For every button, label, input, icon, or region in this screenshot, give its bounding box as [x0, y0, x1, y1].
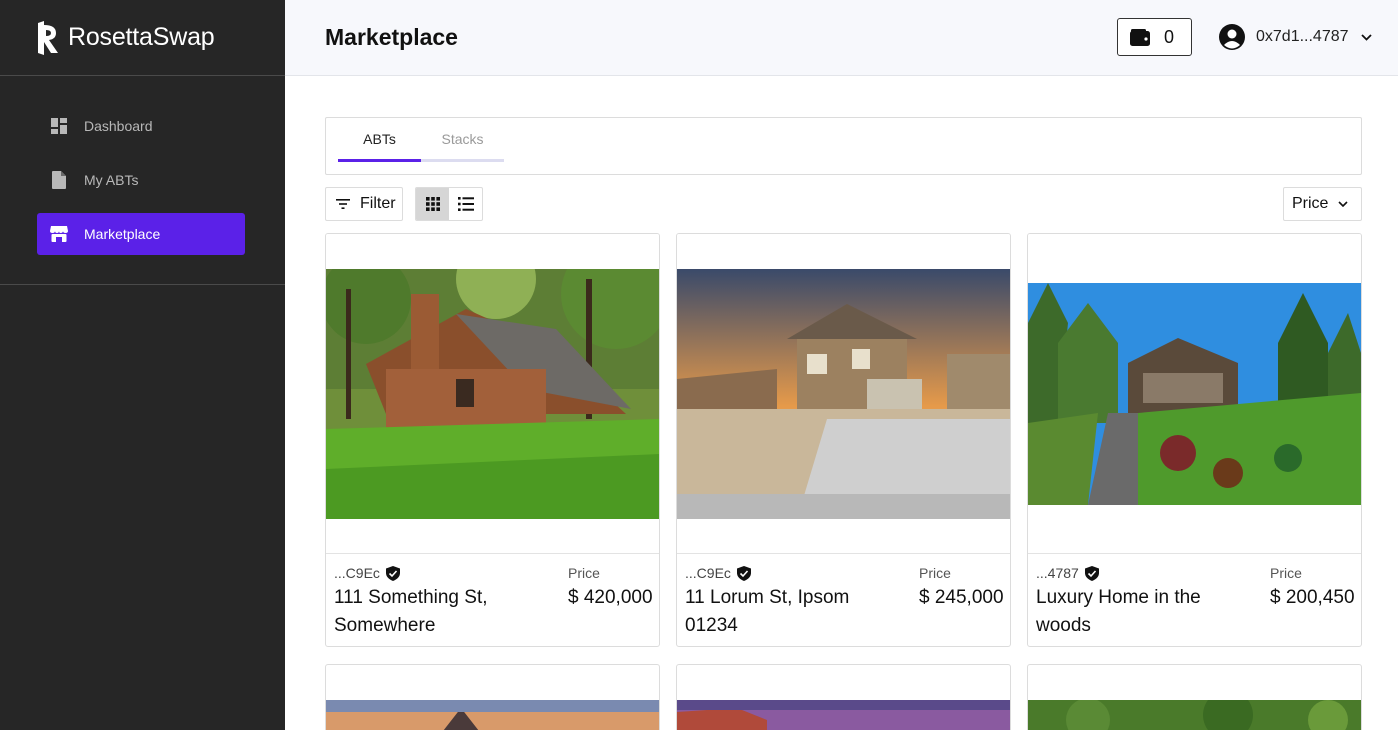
listing-photo	[677, 269, 1010, 519]
listing-info: ...C9Ec 111 Something St, Somewhere Pric…	[326, 554, 659, 646]
listing-card[interactable]	[676, 664, 1011, 730]
sort-price-button[interactable]: Price	[1283, 187, 1362, 221]
grid-view-button[interactable]	[416, 188, 449, 220]
price-label: Price	[919, 565, 951, 581]
price-value: $ 420,000	[568, 587, 653, 608]
tab-abts[interactable]: ABTs	[338, 118, 421, 162]
listing-address: 11 Lorum St, Ipsom 01234	[685, 587, 850, 636]
listing-address: Luxury Home in the woods	[1036, 587, 1201, 636]
wallet-count: 0	[1164, 26, 1175, 47]
store-icon	[50, 225, 68, 243]
tabs-card: ABTs Stacks	[325, 117, 1362, 175]
price-value: $ 245,000	[919, 587, 1004, 608]
grid-icon	[425, 197, 440, 211]
toolbar: Filter Price	[325, 187, 1362, 221]
listing-photo	[1028, 700, 1361, 730]
rosettaswap-logo-icon	[38, 20, 58, 55]
list-view-button[interactable]	[449, 188, 482, 220]
listing-card[interactable]: ...C9Ec 11 Lorum St, Ipsom 01234 Price $…	[676, 233, 1011, 647]
owner-label: ...4787	[1036, 565, 1079, 581]
filter-icon	[336, 199, 350, 209]
tab-stacks[interactable]: Stacks	[421, 118, 504, 162]
owner-id: ...C9Ec	[685, 565, 751, 581]
wallet-icon	[1130, 28, 1150, 46]
verified-shield-icon	[1084, 565, 1099, 581]
price-label: Price	[568, 565, 600, 581]
owner-label: ...C9Ec	[685, 565, 731, 581]
listing-address: 111 Something St, Somewhere	[334, 587, 488, 636]
owner-label: ...C9Ec	[334, 565, 380, 581]
brand[interactable]: RosettaSwap	[0, 0, 285, 76]
user-avatar-icon	[1219, 24, 1245, 50]
listing-photo	[1028, 283, 1361, 505]
view-toggle	[415, 187, 483, 221]
sidebar-item-my-abts[interactable]: My ABTs	[37, 159, 245, 201]
price-label: Price	[1270, 565, 1302, 581]
listing-image-frame	[326, 234, 659, 554]
owner-id: ...4787	[1036, 565, 1099, 581]
listing-image-frame	[1028, 234, 1361, 554]
main-content: ABTs Stacks Filter Price ...C9Ec 111 Som…	[325, 117, 1362, 730]
sidebar-item-label: My ABTs	[84, 172, 139, 188]
listing-info: ...C9Ec 11 Lorum St, Ipsom 01234 Price $…	[677, 554, 1010, 646]
chevron-down-icon	[1360, 33, 1372, 41]
listing-card[interactable]: ...4787 Luxury Home in the woods Price $…	[1027, 233, 1362, 647]
owner-id: ...C9Ec	[334, 565, 400, 581]
verified-shield-icon	[385, 565, 400, 581]
wallet-button[interactable]: 0	[1117, 18, 1192, 56]
listing-card[interactable]	[1027, 664, 1362, 730]
document-icon	[50, 171, 68, 189]
listing-image-frame	[677, 234, 1010, 554]
sidebar-item-label: Marketplace	[84, 226, 161, 242]
chevron-down-icon	[1338, 201, 1349, 207]
verified-shield-icon	[736, 565, 751, 581]
top-header: Marketplace 0 0x7d1...4787	[285, 0, 1398, 76]
list-icon	[457, 197, 474, 211]
page-title: Marketplace	[325, 24, 458, 50]
filter-label: Filter	[360, 195, 396, 212]
sidebar: RosettaSwap Dashboard My ABTs Marketplac…	[0, 0, 285, 730]
sort-label: Price	[1292, 195, 1329, 212]
listing-photo	[677, 700, 1010, 730]
dashboard-icon	[50, 117, 68, 135]
listing-photo	[326, 269, 659, 519]
listing-photo	[326, 700, 659, 730]
sidebar-item-dashboard[interactable]: Dashboard	[37, 105, 245, 147]
account-menu[interactable]: 0x7d1...4787	[1219, 24, 1372, 50]
brand-name: RosettaSwap	[68, 23, 215, 51]
filter-button[interactable]: Filter	[325, 187, 403, 221]
account-address: 0x7d1...4787	[1256, 28, 1349, 45]
listing-info: ...4787 Luxury Home in the woods Price $…	[1028, 554, 1361, 646]
listing-card[interactable]: ...C9Ec 111 Something St, Somewhere Pric…	[325, 233, 660, 647]
sidebar-nav: Dashboard My ABTs Marketplace	[0, 76, 285, 285]
sidebar-item-label: Dashboard	[84, 118, 153, 134]
listing-card[interactable]	[325, 664, 660, 730]
price-value: $ 200,450	[1270, 587, 1355, 608]
sidebar-item-marketplace[interactable]: Marketplace	[37, 213, 245, 255]
